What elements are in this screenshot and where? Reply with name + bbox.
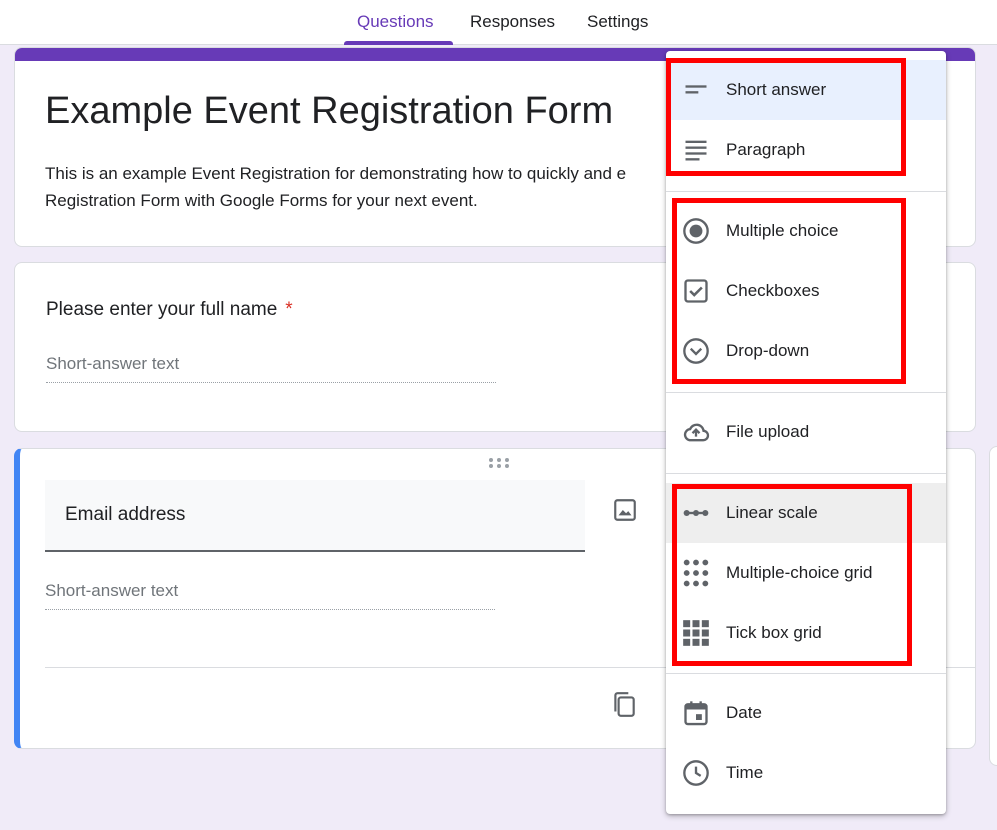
menu-separator [666,191,946,192]
question-title-text: Please enter your full name [46,299,278,320]
tab-questions[interactable]: Questions [357,12,434,32]
short-answer-placeholder: Short-answer text [45,581,495,610]
highlight-box-choice-types [672,198,906,384]
menu-item-time[interactable]: Time [666,743,946,803]
form-description[interactable]: This is an example Event Registration fo… [45,160,685,214]
calendar-icon [684,701,708,726]
tab-settings[interactable]: Settings [587,12,648,32]
menu-separator [666,473,946,474]
menu-item-label: File upload [726,422,810,441]
question-title-input[interactable]: Email address [45,480,585,552]
drag-handle-icon[interactable] [487,457,511,469]
menu-item-date[interactable]: Date [666,683,946,743]
highlight-box-scale-grid-types [672,484,912,666]
form-title[interactable]: Example Event Registration Form [45,90,613,133]
menu-item-file-upload[interactable]: File upload [666,402,946,462]
menu-item-label: Date [726,703,762,722]
required-asterisk: * [285,299,293,320]
menu-separator [666,673,946,674]
menu-item-label: Time [726,763,764,782]
tab-responses[interactable]: Responses [470,12,555,32]
highlight-box-text-types [666,58,906,176]
add-image-icon[interactable] [612,497,638,523]
menu-separator [666,392,946,393]
duplicate-icon[interactable] [611,691,637,719]
short-answer-placeholder: Short-answer text [46,354,496,383]
clock-icon [683,760,709,786]
adjacent-card-edge [989,446,997,766]
cloud-upload-icon [683,423,710,442]
question-title: Please enter your full name * [46,299,293,321]
top-bar: Questions Responses Settings [0,0,997,45]
active-tab-indicator [344,41,453,45]
